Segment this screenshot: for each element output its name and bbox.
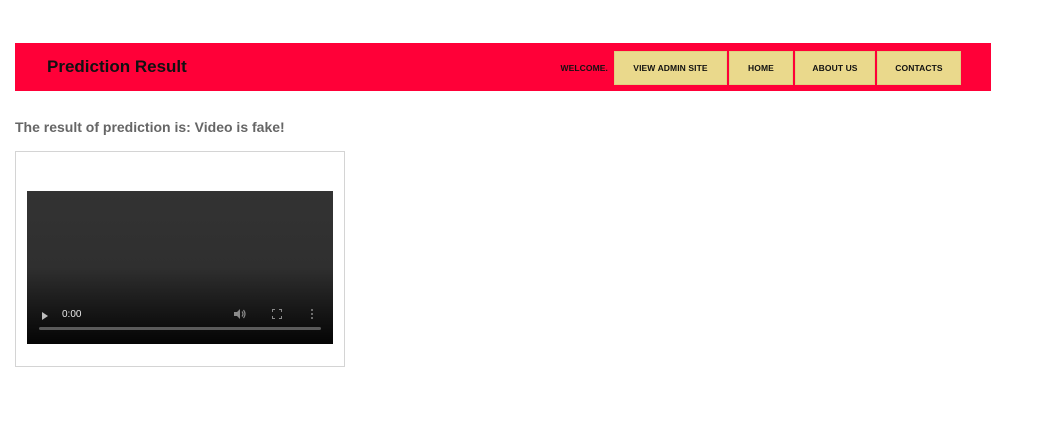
view-admin-site-button[interactable]: VIEW ADMIN SITE	[614, 51, 727, 85]
contacts-button[interactable]: CONTACTS	[877, 51, 961, 85]
fullscreen-icon[interactable]	[272, 309, 282, 319]
volume-icon[interactable]	[233, 308, 247, 320]
welcome-label: WELCOME.	[560, 63, 608, 73]
video-controls: 0:00	[27, 302, 333, 344]
video-frame: 0:00	[15, 151, 345, 367]
video-player[interactable]: 0:00	[27, 191, 333, 344]
about-us-button[interactable]: ABOUT US	[795, 51, 875, 85]
page-title: Prediction Result	[47, 57, 187, 76]
prediction-result-text: The result of prediction is: Video is fa…	[15, 119, 285, 135]
header-bar: Prediction Result WELCOME. VIEW ADMIN SI…	[15, 43, 991, 91]
more-options-icon[interactable]	[310, 308, 314, 320]
home-button[interactable]: HOME	[729, 51, 793, 85]
video-time: 0:00	[62, 309, 82, 320]
top-nav: WELCOME. VIEW ADMIN SITE HOME ABOUT US C…	[560, 51, 961, 85]
play-icon[interactable]	[42, 312, 48, 320]
seek-bar[interactable]	[39, 327, 321, 330]
